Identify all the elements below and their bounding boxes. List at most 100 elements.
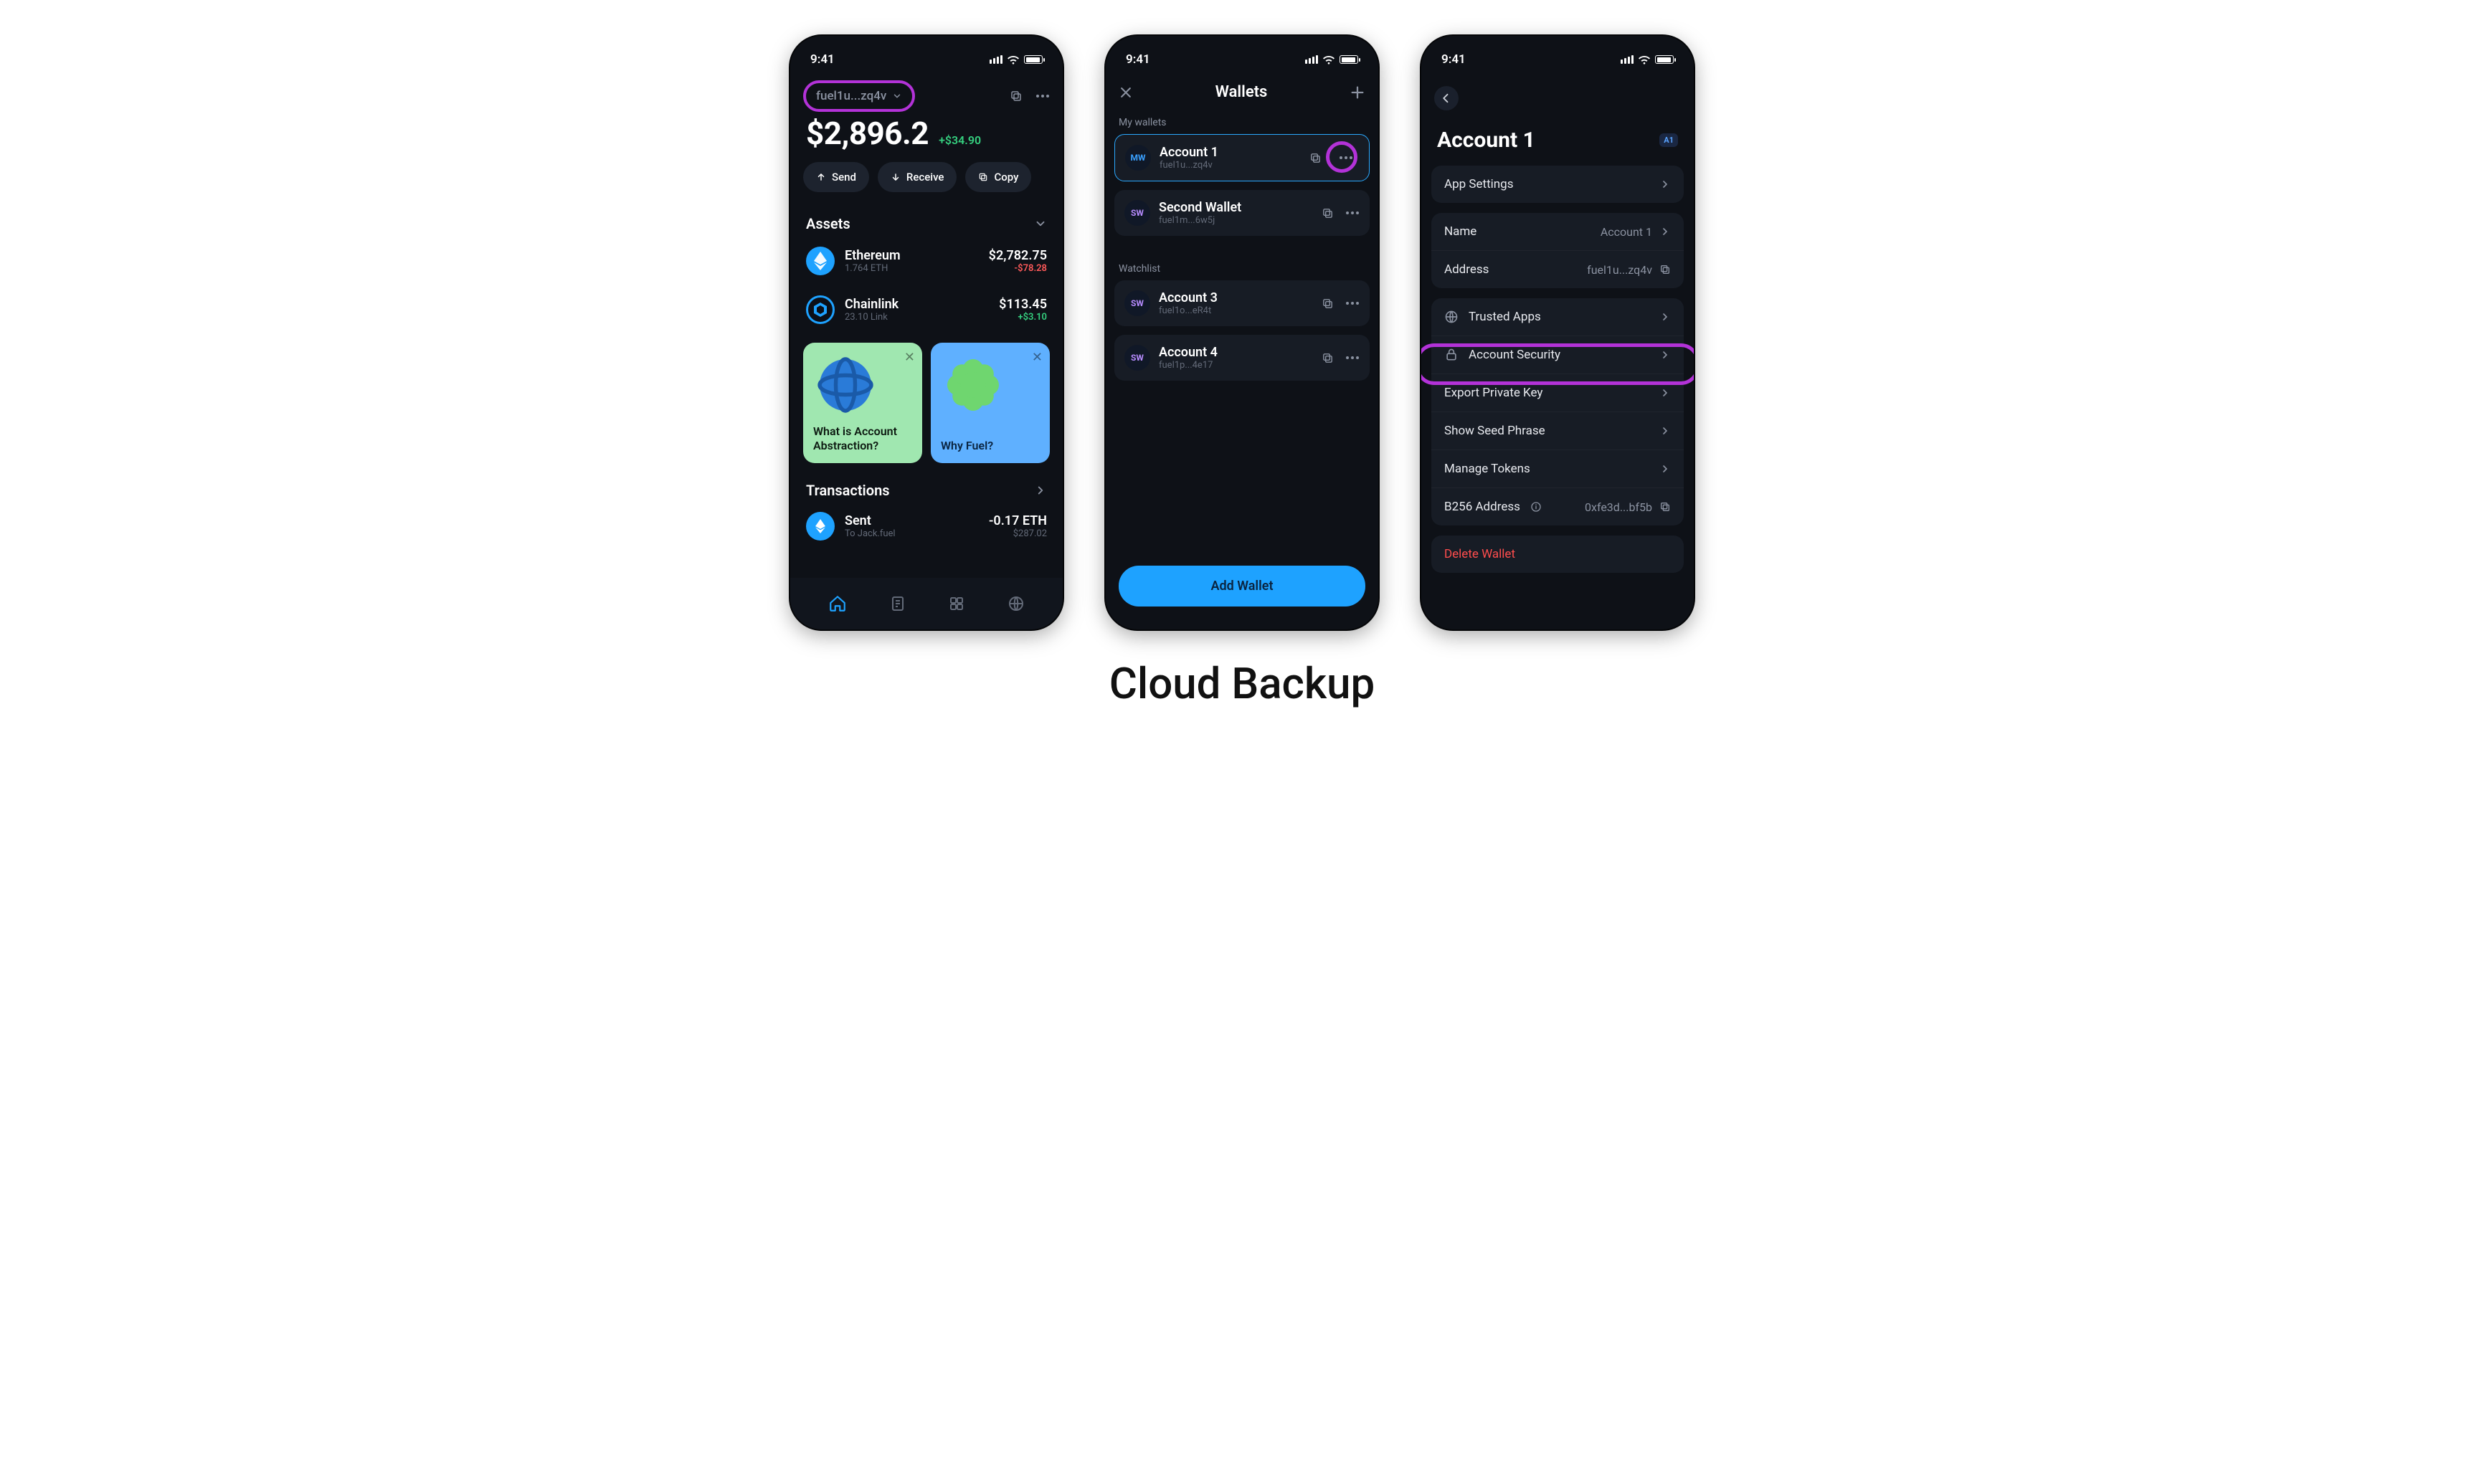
info-icon[interactable] xyxy=(1530,501,1542,513)
watchlist: SW Account 3 fuel1o...eR4t SW Account 4 … xyxy=(1106,280,1378,381)
wallet-item[interactable]: SW Account 4 fuel1p...4e17 xyxy=(1114,335,1370,381)
address-selector[interactable]: fuel1u...zq4v xyxy=(803,80,915,112)
topbar: fuel1u...zq4v xyxy=(790,76,1063,112)
tab-activity[interactable] xyxy=(889,595,906,612)
transaction-row[interactable]: Sent To Jack.fuel -0.17 ETH $287.02 xyxy=(790,503,1063,541)
asset-name: Chainlink xyxy=(845,297,899,312)
send-button[interactable]: Send xyxy=(803,162,869,192)
transactions-header[interactable]: Transactions xyxy=(806,482,1047,499)
asset-value: $113.45 xyxy=(999,297,1047,312)
promo-label: What is Account Abstraction? xyxy=(813,424,912,453)
setting-delete-wallet[interactable]: Delete Wallet xyxy=(1431,536,1684,573)
back-button[interactable] xyxy=(1434,86,1459,110)
more-icon[interactable] xyxy=(1345,301,1360,305)
globe-icon xyxy=(1444,310,1459,324)
add-wallet-button[interactable]: Add Wallet xyxy=(1119,566,1365,607)
screen-home: 9:41 fuel1u...zq4v $2,896.2 +$34.90 xyxy=(790,36,1063,629)
assets-title: Assets xyxy=(806,215,850,232)
signal-icon xyxy=(1305,55,1318,64)
back-nav xyxy=(1421,76,1694,115)
setting-address[interactable]: Address fuel1u...zq4v xyxy=(1431,251,1684,288)
chevron-right-icon xyxy=(1659,425,1671,437)
chevron-right-icon xyxy=(1034,484,1047,497)
more-icon[interactable] xyxy=(1345,211,1360,215)
battery-icon xyxy=(1340,55,1358,64)
promo-label: Why Fuel? xyxy=(941,439,1040,453)
arrow-up-icon xyxy=(816,172,826,182)
receive-label: Receive xyxy=(906,171,944,184)
asset-row[interactable]: Ethereum 1.764 ETH $2,782.75 -$78.28 xyxy=(790,237,1063,285)
setting-account-security[interactable]: Account Security xyxy=(1431,336,1684,374)
copy-icon[interactable] xyxy=(1322,207,1334,219)
asset-delta: +$3.10 xyxy=(999,312,1047,323)
wallet-item[interactable]: SW Second Wallet fuel1m...6w5j xyxy=(1114,190,1370,236)
tab-browser[interactable] xyxy=(1008,595,1025,612)
close-icon[interactable]: ✕ xyxy=(904,350,915,365)
more-icon[interactable] xyxy=(1333,150,1359,166)
setting-manage-tokens[interactable]: Manage Tokens xyxy=(1431,450,1684,488)
copy-small-icon xyxy=(978,172,988,182)
asset-row[interactable]: Chainlink 23.10 Link $113.45 +$3.10 xyxy=(790,285,1063,334)
chevron-right-icon xyxy=(1659,179,1671,190)
txn-title: Sent xyxy=(845,513,896,528)
copy-button[interactable]: Copy xyxy=(965,162,1031,192)
address-short: fuel1u...zq4v xyxy=(816,89,886,103)
setting-label: Address xyxy=(1444,262,1489,277)
send-label: Send xyxy=(832,171,856,184)
more-icon[interactable] xyxy=(1035,94,1050,98)
close-icon[interactable]: ✕ xyxy=(1032,350,1043,365)
status-bar: 9:41 xyxy=(1106,36,1378,76)
setting-name[interactable]: Name Account 1 xyxy=(1431,213,1684,251)
receive-button[interactable]: Receive xyxy=(878,162,957,192)
copy-icon[interactable] xyxy=(1659,501,1671,513)
setting-trusted-apps[interactable]: Trusted Apps xyxy=(1431,298,1684,336)
chevron-right-icon xyxy=(1659,387,1671,399)
action-row: Send Receive Copy xyxy=(790,161,1063,205)
chainlink-icon xyxy=(806,295,835,324)
promo-card[interactable]: ✕ Why Fuel? xyxy=(931,343,1050,463)
copy-icon[interactable] xyxy=(1659,264,1671,275)
wallet-item[interactable]: MW Account 1 fuel1u...zq4v xyxy=(1114,134,1370,181)
screen-account-settings: 9:41 Account 1 A1 App Settings Name Acco… xyxy=(1421,36,1694,629)
asset-name: Ethereum xyxy=(845,248,901,263)
asset-value: $2,782.75 xyxy=(989,248,1047,263)
setting-export-private-key[interactable]: Export Private Key xyxy=(1431,374,1684,412)
setting-b256-address[interactable]: B256 Address 0xfe3d...bf5b xyxy=(1431,488,1684,525)
signal-icon xyxy=(990,55,1002,64)
copy-icon[interactable] xyxy=(1322,352,1334,364)
copy-icon[interactable] xyxy=(1322,298,1334,310)
setting-label: B256 Address xyxy=(1444,500,1520,514)
setting-label: Show Seed Phrase xyxy=(1444,424,1545,438)
wallet-sub: fuel1m...6w5j xyxy=(1159,215,1241,226)
promo-card[interactable]: ✕ What is Account Abstraction? xyxy=(803,343,922,463)
copy-label: Copy xyxy=(994,171,1018,184)
copy-icon[interactable] xyxy=(1309,152,1322,164)
wallet-title: Account 3 xyxy=(1159,290,1218,305)
assets-section: Assets xyxy=(790,205,1063,237)
wallet-badge: SW xyxy=(1124,345,1150,371)
close-icon[interactable] xyxy=(1119,85,1133,100)
my-wallets-subhead: My wallets xyxy=(1106,107,1378,134)
txn-value: -0.17 ETH xyxy=(989,513,1047,528)
setting-app-settings[interactable]: App Settings xyxy=(1431,166,1684,203)
tab-apps[interactable] xyxy=(948,595,965,612)
page-caption: Cloud Backup xyxy=(1109,658,1375,709)
wallet-item[interactable]: SW Account 3 fuel1o...eR4t xyxy=(1114,280,1370,326)
settings-group: Delete Wallet xyxy=(1431,536,1684,573)
status-time: 9:41 xyxy=(1126,52,1150,67)
watchlist-subhead: Watchlist xyxy=(1106,253,1378,280)
copy-icon[interactable] xyxy=(1010,90,1023,103)
setting-label: Account Security xyxy=(1469,348,1560,362)
setting-label: Export Private Key xyxy=(1444,386,1542,400)
more-icon[interactable] xyxy=(1345,356,1360,360)
assets-header[interactable]: Assets xyxy=(806,215,1047,232)
clover-icon xyxy=(941,353,1005,417)
wallet-badge: SW xyxy=(1124,200,1150,226)
settings-group: App Settings xyxy=(1431,166,1684,203)
chevron-down-icon xyxy=(892,91,902,101)
tab-home[interactable] xyxy=(828,594,847,613)
plus-icon[interactable] xyxy=(1350,85,1365,100)
account-badge: A1 xyxy=(1659,133,1678,147)
add-wallet-label: Add Wallet xyxy=(1210,579,1273,594)
setting-show-seed-phrase[interactable]: Show Seed Phrase xyxy=(1431,412,1684,450)
